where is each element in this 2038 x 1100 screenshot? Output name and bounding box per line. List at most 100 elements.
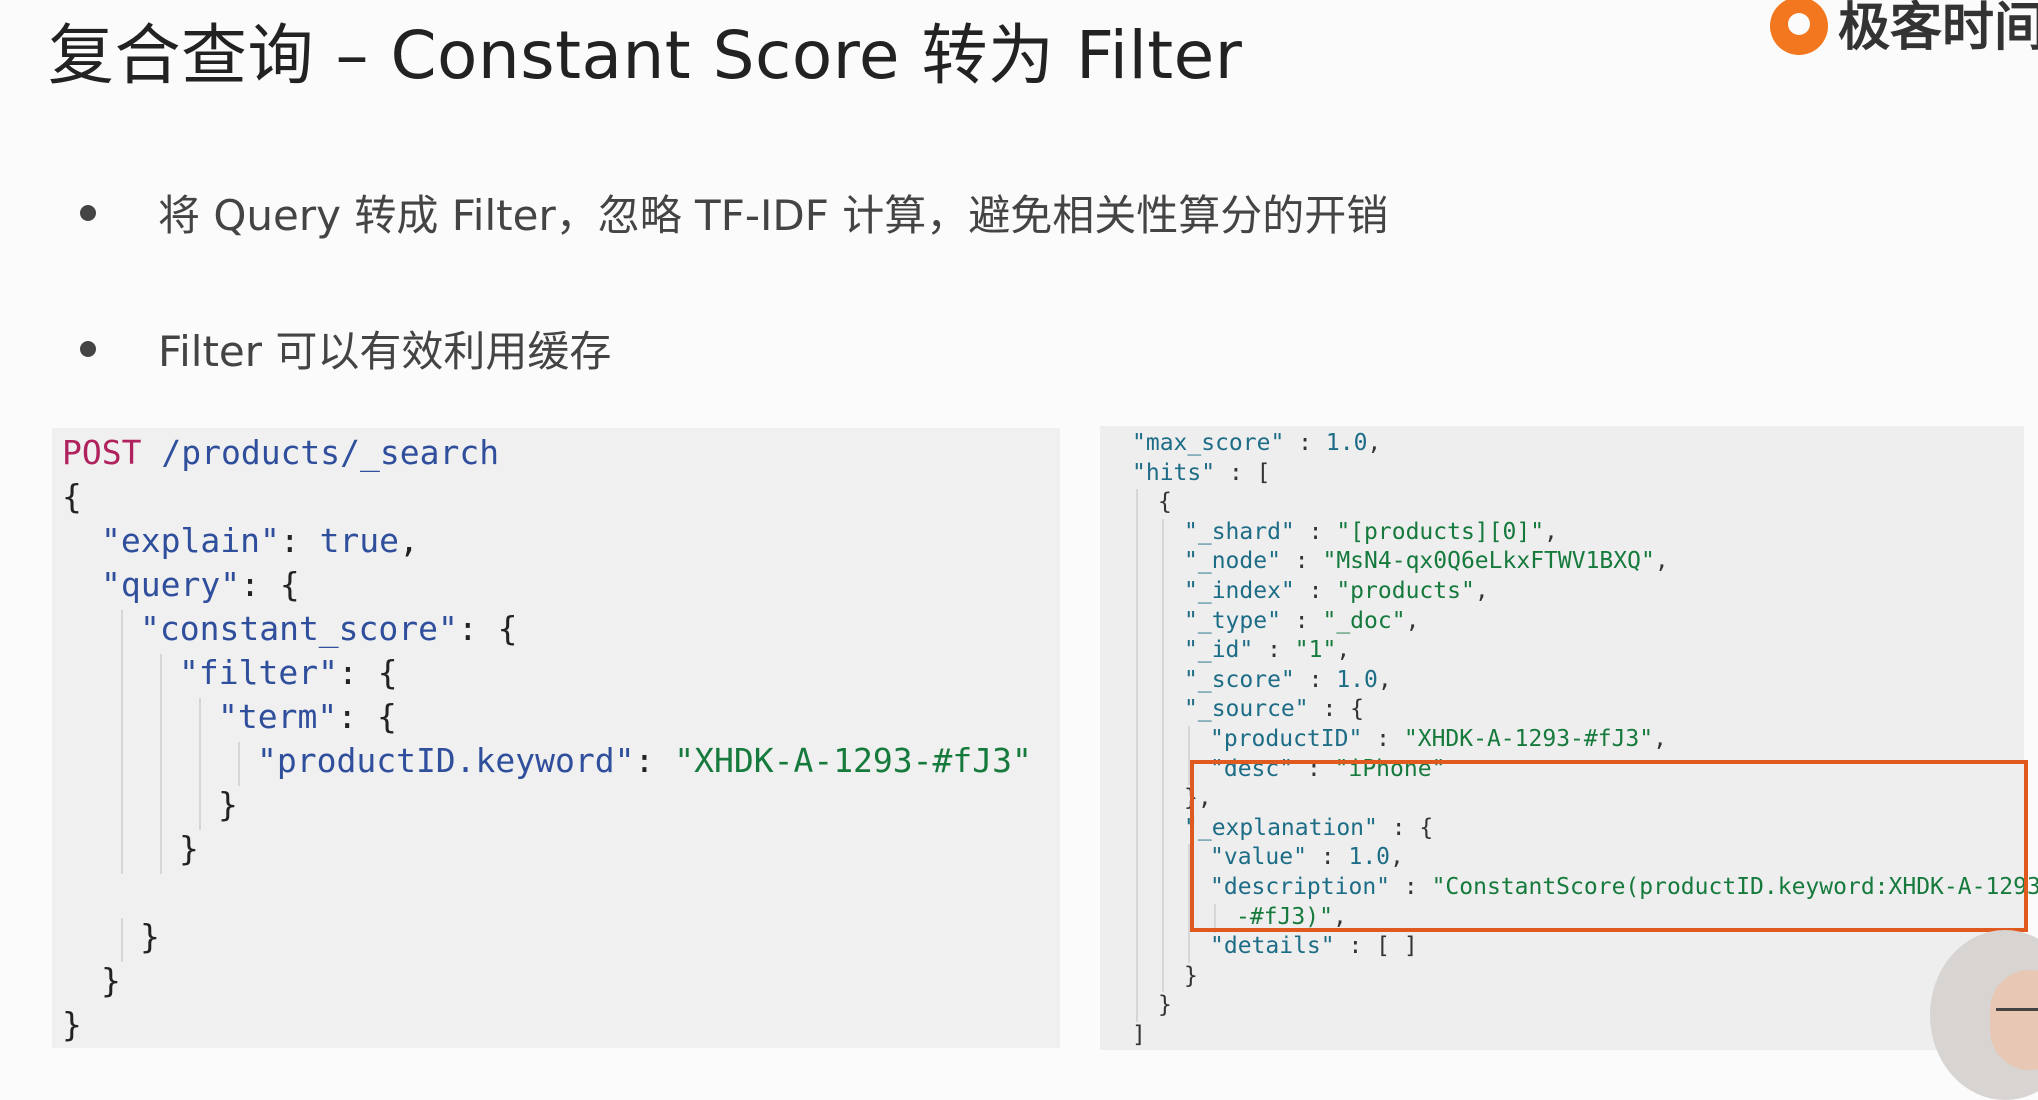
code-token: }	[1184, 962, 1198, 989]
code-token: ,	[399, 521, 419, 560]
code-token: "term"	[218, 697, 338, 736]
indent-guide	[199, 698, 201, 742]
code-token: 1.0	[1336, 666, 1378, 693]
indent-guide	[199, 742, 201, 786]
indent-guide	[1188, 726, 1190, 756]
code-token: }	[218, 785, 238, 824]
code-token: ,	[1474, 578, 1489, 604]
indent-guide	[1162, 814, 1164, 845]
code-line: "_index" : "products",	[1184, 580, 1489, 603]
code-line: }	[62, 1008, 82, 1041]
code-line: {	[62, 480, 82, 513]
code-line: "explain": true,	[101, 524, 419, 557]
code-line: }	[179, 832, 199, 865]
code-token: "explain"	[101, 521, 280, 560]
code-token: "_shard"	[1184, 518, 1295, 545]
code-line: }	[1158, 994, 1172, 1017]
code-token: "[products][0]"	[1336, 518, 1545, 545]
indent-guide	[121, 698, 123, 742]
bullet-dot-icon	[80, 204, 96, 221]
indent-guide	[199, 786, 201, 830]
http-method: POST	[62, 433, 142, 472]
code-line: }	[218, 788, 238, 821]
indent-guide	[1136, 874, 1138, 904]
code-token: "XHDK-A-1293-#fJ3"	[674, 741, 1032, 780]
code-token: ,	[1377, 666, 1392, 693]
code-line: "_node" : "MsN4-qx0Q6eLkxFTWV1BXQ",	[1184, 550, 1669, 573]
code-token: "query"	[101, 565, 241, 604]
code-token: : {	[1308, 696, 1365, 723]
indent-guide	[1162, 962, 1164, 993]
code-token: "productID"	[1210, 726, 1363, 752]
code-token: : {	[457, 609, 518, 648]
code-token: }	[101, 961, 121, 1000]
code-token: "_node"	[1184, 548, 1281, 575]
bullet-item: 将 Query 转成 Filter，忽略 TF-IDF 计算，避免相关性算分的开…	[80, 182, 1388, 243]
code-token: "filter"	[179, 653, 338, 692]
code-token: : [ ]	[1334, 933, 1418, 960]
code-token: :	[1253, 637, 1295, 664]
code-line: }	[101, 964, 121, 997]
code-token: "MsN4-qx0Q6eLkxFTWV1BXQ"	[1322, 548, 1655, 575]
indent-guide	[1162, 518, 1164, 549]
code-line: "max_score" : 1.0,	[1132, 432, 1381, 455]
code-line: "_type" : "_doc",	[1184, 609, 1419, 633]
code-line: "constant_score": {	[140, 612, 518, 645]
code-token: : {	[337, 653, 398, 692]
code-token: :	[1294, 518, 1337, 545]
code-token: "hits"	[1132, 459, 1216, 486]
indent-guide	[1162, 933, 1164, 963]
code-token: {	[62, 477, 82, 516]
indent-guide	[1136, 637, 1138, 667]
code-token: :	[1294, 666, 1337, 693]
indent-guide	[1136, 755, 1138, 786]
code-line: }	[1184, 962, 1198, 989]
indent-guide	[160, 698, 162, 742]
indent-guide	[1136, 844, 1138, 874]
indent-guide	[1136, 962, 1138, 993]
indent-guide	[1162, 755, 1164, 786]
indent-guide	[160, 742, 162, 786]
request-code-block: POST /products/_search {"explain": true,…	[52, 428, 1060, 1048]
code-line: "_source" : {	[1184, 698, 1364, 721]
indent-guide	[1162, 785, 1164, 815]
slide-title: 复合查询 – Constant Score 转为 Filter	[48, 17, 1243, 94]
indent-guide	[1136, 933, 1138, 963]
code-token: :	[1284, 430, 1326, 456]
code-token: :	[1280, 548, 1323, 575]
logo-mark-icon	[1770, 0, 1828, 55]
indent-guide	[1162, 726, 1164, 756]
code-token: ,	[1336, 637, 1351, 664]
code-line: {	[1158, 491, 1172, 514]
indent-guide	[121, 610, 123, 654]
bullet-text: 将 Query 转成 Filter，忽略 TF-IDF 计算，避免相关性算分的开…	[158, 191, 1389, 240]
code-token: "1"	[1294, 637, 1337, 664]
code-token: :	[1362, 726, 1404, 752]
code-token: "productID.keyword"	[257, 741, 635, 780]
indent-guide	[160, 786, 162, 830]
code-token: : {	[337, 697, 397, 736]
code-token: ,	[1544, 518, 1558, 545]
code-line: "query": {	[101, 568, 300, 601]
code-token: : [	[1215, 459, 1271, 486]
bullet-item: Filter 可以有效利用缓存	[80, 318, 611, 379]
code-token: 1.0	[1325, 430, 1368, 456]
code-token: :	[1294, 578, 1337, 604]
indent-guide	[1162, 637, 1164, 667]
indent-guide	[160, 830, 162, 874]
code-token: ,	[1367, 430, 1382, 456]
indent-guide	[1136, 666, 1138, 697]
code-line: }	[140, 920, 160, 953]
code-token: :	[634, 741, 675, 780]
indent-guide	[121, 918, 123, 962]
code-token: "_source"	[1184, 696, 1309, 723]
code-token: "max_score"	[1132, 430, 1285, 456]
code-token: {	[1158, 489, 1172, 516]
code-token: "constant_score"	[140, 609, 458, 648]
code-token: }	[62, 1005, 82, 1044]
code-line: "_shard" : "[products][0]",	[1184, 518, 1558, 545]
code-line: "productID.keyword": "XHDK-A-1293-#fJ3"	[257, 744, 1032, 777]
code-token: ,	[1653, 726, 1667, 752]
code-token: true	[319, 521, 400, 560]
explanation-highlight-box	[1190, 760, 2028, 932]
